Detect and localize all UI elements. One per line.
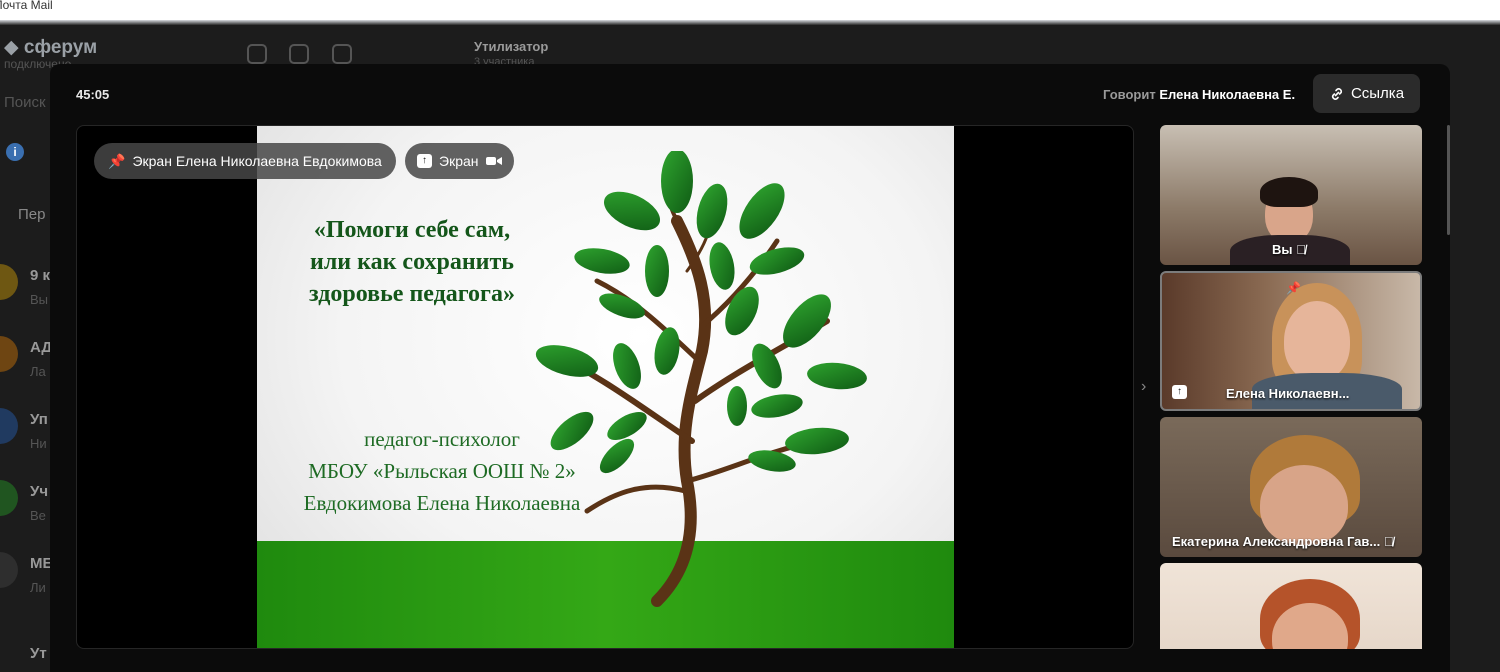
chat-title[interactable]: Уч (30, 483, 48, 500)
speaker-label: Говорит (1103, 87, 1156, 102)
participant-name: Елена Николаевн... (1226, 386, 1350, 401)
participant-video (1284, 301, 1350, 381)
participant-video (1260, 465, 1348, 545)
pin-icon: 📌 (108, 152, 126, 169)
participant-name: Вы 🎙̸ (1272, 242, 1306, 257)
chat-preview: Ни (30, 436, 47, 451)
participants-panel: Вы 🎙̸ 📌 ↑ Елена Николаевн... Екатерина А… (1160, 125, 1422, 649)
presentation-slide: «Помоги себе сам, или как сохранить здор… (257, 126, 954, 648)
participant-tile[interactable]: 📌 ↑ Елена Николаевн... (1160, 271, 1422, 411)
call-timer: 45:05 (76, 87, 110, 102)
chat-title[interactable]: Ут (30, 645, 47, 662)
logo-text: сферум (23, 37, 98, 58)
chat-title[interactable]: АД (30, 339, 52, 356)
sferum-logo: ◆ сферум (4, 37, 98, 58)
chat-title[interactable]: 9 к (30, 267, 50, 284)
chat-preview: Ве (30, 508, 46, 523)
info-icon: i (6, 143, 24, 161)
screen-share-text: Экран (439, 153, 479, 169)
participants-scrollbar[interactable] (1447, 125, 1450, 235)
chat-header-title: Утилизатор (474, 39, 549, 54)
participant-tile[interactable]: Екатерина Александровна Гав... 🎙̸ (1160, 417, 1422, 557)
screen-share-icon: ↑ (417, 154, 432, 168)
mic-muted-icon: 🎙̸ (1383, 534, 1394, 549)
chevron-right-icon[interactable]: › (1141, 378, 1146, 396)
slide-title-line: «Помоги себе сам, (313, 217, 511, 243)
search-input[interactable]: Поиск (4, 94, 46, 111)
chat-preview: Ли (30, 580, 46, 595)
browser-tab-strip: Почта Mail (0, 0, 1500, 20)
pinned-screen-text: Экран Елена Николаевна Евдокимова (132, 153, 382, 169)
section-label: Пер (18, 206, 46, 223)
screen-share-badge[interactable]: ↑ Экран (405, 143, 514, 179)
speaker-name: Елена Николаевна Е. (1159, 87, 1296, 102)
participant-name-text: Екатерина Александровна Гав... (1172, 534, 1381, 549)
camera-icon (485, 157, 502, 165)
browser-tab-title[interactable]: Почта Mail (0, 0, 53, 11)
chat-title[interactable]: Уп (30, 411, 48, 428)
slide-title-line: или как сохранить (310, 249, 514, 275)
copy-link-button[interactable]: Ссылка (1313, 74, 1420, 113)
chat-preview: Ла (30, 364, 46, 379)
participant-tile[interactable] (1160, 563, 1422, 649)
call-icon[interactable] (247, 44, 267, 64)
mic-muted-icon: 🎙̸ (1296, 242, 1306, 257)
pin-icon: 📌 (1286, 281, 1301, 295)
participant-video (1260, 177, 1318, 207)
participant-name: Екатерина Александровна Гав... 🎙̸ (1172, 534, 1394, 549)
participant-tile[interactable]: Вы 🎙̸ (1160, 125, 1422, 265)
link-icon (1331, 87, 1342, 100)
slide-title: «Помоги себе сам, или как сохранить здор… (277, 214, 547, 310)
screen-share-stage[interactable]: «Помоги себе сам, или как сохранить здор… (76, 125, 1134, 649)
copy-link-label: Ссылка (1350, 85, 1405, 102)
compose-icon[interactable] (332, 44, 352, 64)
current-speaker: Говорит Елена Николаевна Е. (1103, 87, 1295, 102)
participant-name-text: Вы (1272, 242, 1293, 257)
archive-icon[interactable] (289, 44, 309, 64)
pinned-screen-label[interactable]: 📌 Экран Елена Николаевна Евдокимова (94, 143, 396, 179)
slide-title-line: здоровье педагога» (309, 281, 515, 307)
chat-preview: Вы (30, 292, 49, 307)
tree-illustration (535, 151, 867, 607)
screen-share-icon: ↑ (1172, 385, 1187, 399)
